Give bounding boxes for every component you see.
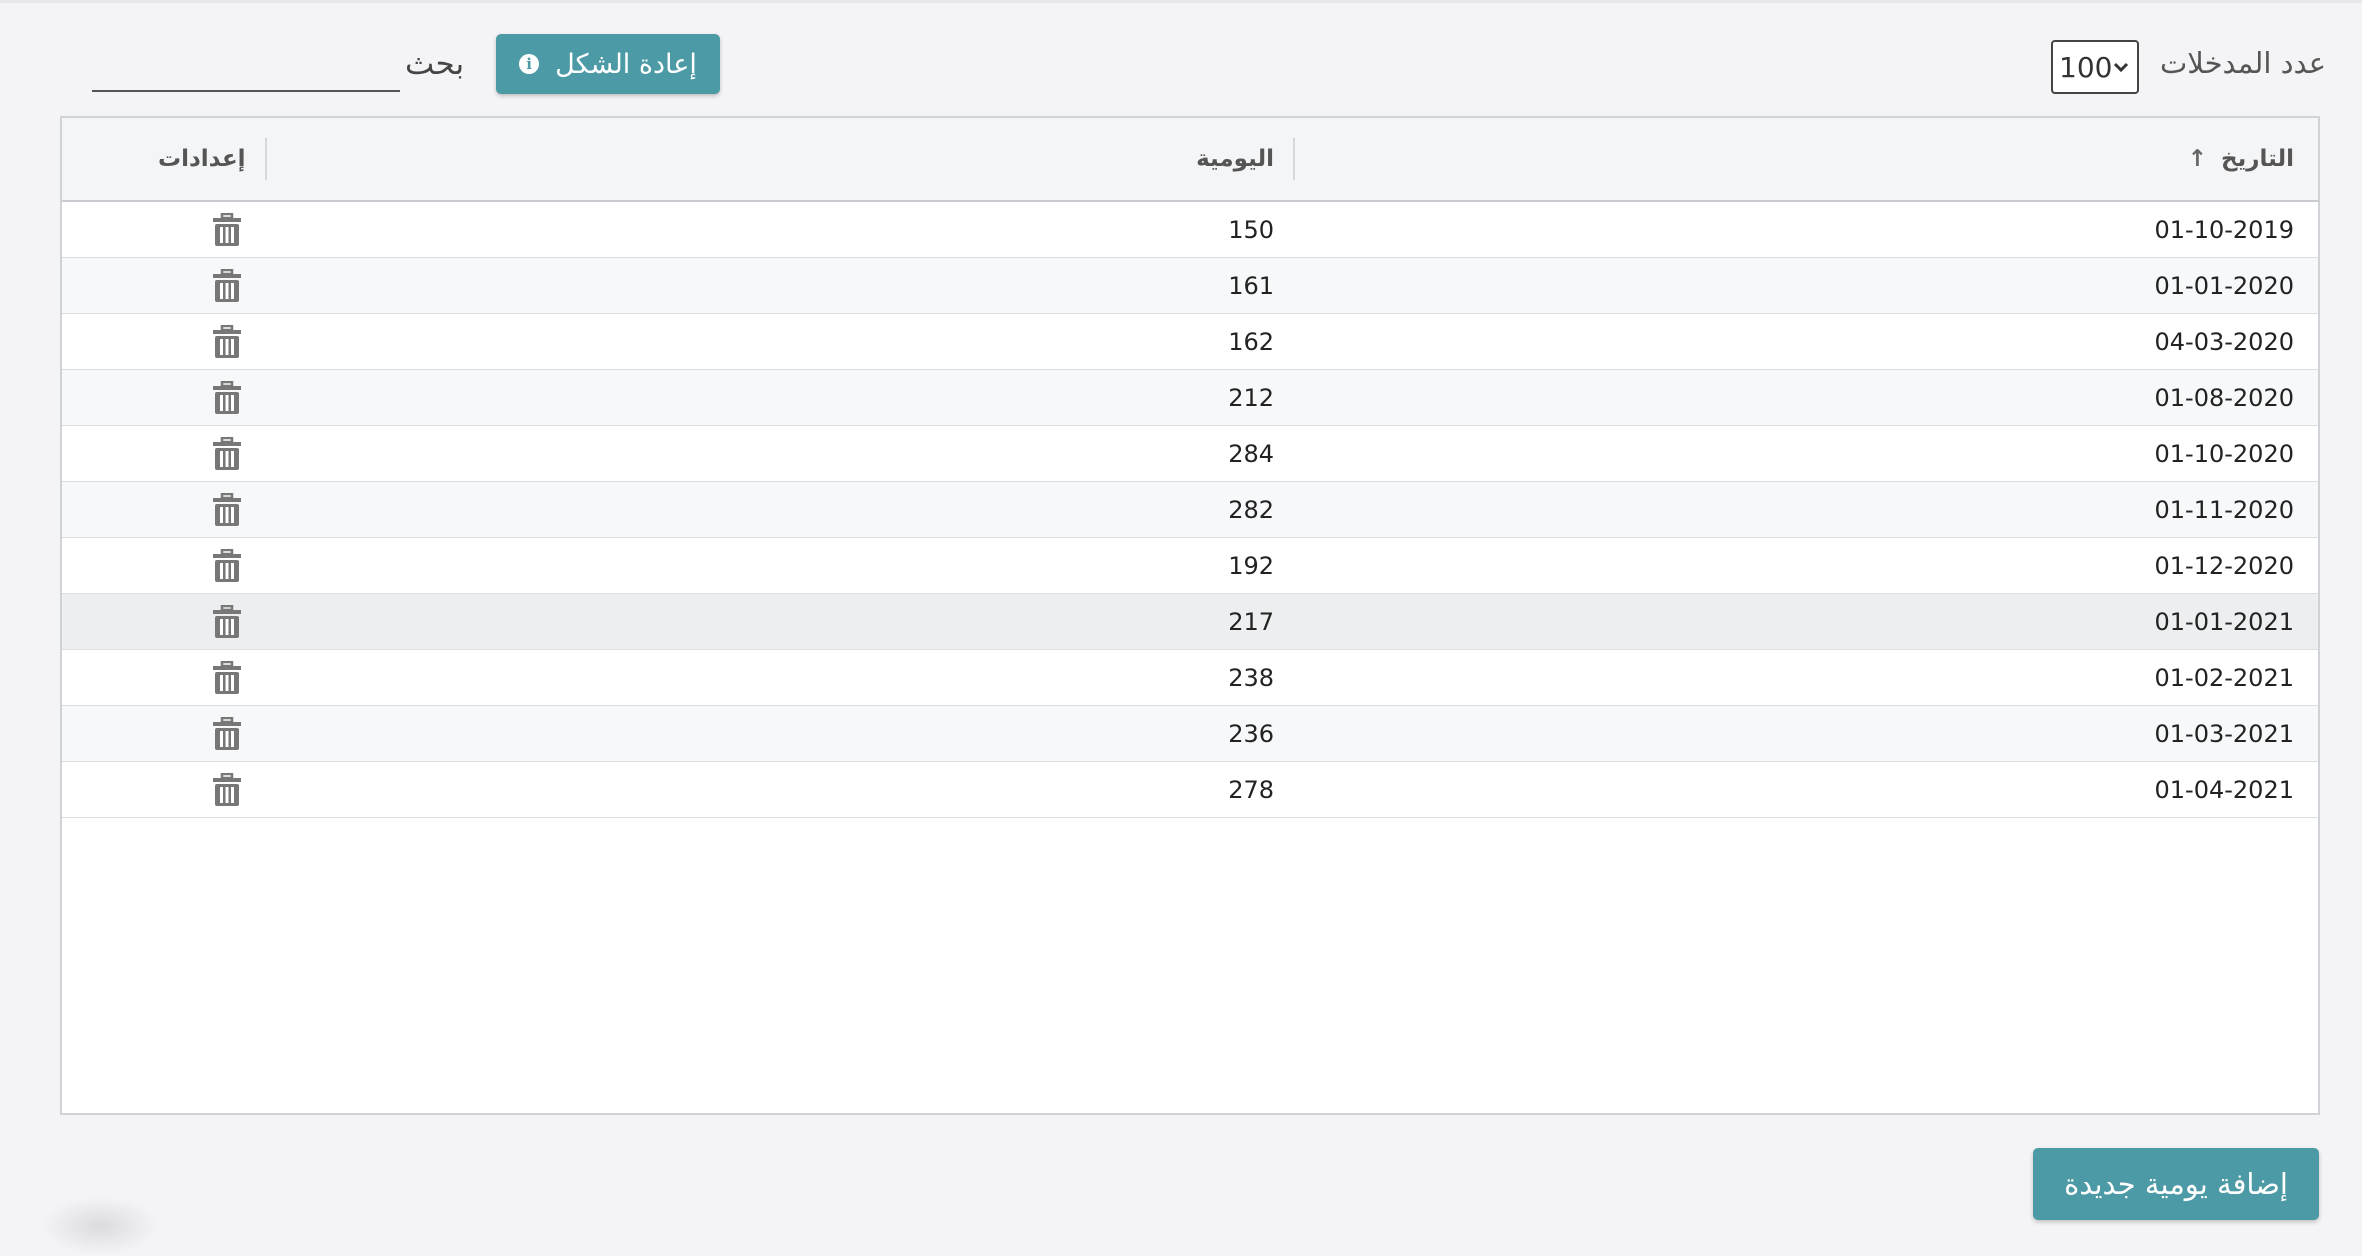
trash-icon[interactable] — [212, 762, 242, 818]
cell-date: 04-03-2020 — [2154, 328, 2294, 356]
table-row[interactable]: 01-04-2021 278 — [62, 762, 2318, 818]
table-body: 01-10-2019 150 01-01-2020 161 04-03-2020 162 0… — [62, 202, 2318, 818]
table-row[interactable]: 01-01-2020 161 — [62, 258, 2318, 314]
reset-layout-button[interactable]: إعادة الشكل i — [496, 34, 720, 94]
table-header: التاريخ ↑ اليومية إعدادات — [62, 118, 2318, 202]
cell-daily: 238 — [1228, 664, 1274, 692]
cell-date: 01-01-2020 — [2154, 272, 2294, 300]
table-row[interactable]: 01-02-2021 238 — [62, 650, 2318, 706]
cell-date: 01-12-2020 — [2154, 552, 2294, 580]
column-divider[interactable] — [1293, 138, 1295, 180]
cell-date: 01-01-2021 — [2154, 608, 2294, 636]
cell-daily: 161 — [1228, 272, 1274, 300]
cell-daily: 278 — [1228, 776, 1274, 804]
cell-daily: 236 — [1228, 720, 1274, 748]
table-row[interactable]: 04-03-2020 162 — [62, 314, 2318, 370]
cell-daily: 212 — [1228, 384, 1274, 412]
info-icon: i — [519, 54, 540, 74]
column-header-daily[interactable]: اليومية — [1196, 118, 1274, 200]
trash-icon[interactable] — [212, 594, 242, 650]
cell-date: 01-10-2019 — [2154, 216, 2294, 244]
cell-date: 01-10-2020 — [2154, 440, 2294, 468]
cell-date: 01-04-2021 — [2154, 776, 2294, 804]
top-border — [0, 0, 2362, 3]
column-header-settings: إعدادات — [158, 118, 246, 200]
column-header-date[interactable]: التاريخ ↑ — [2188, 118, 2294, 200]
trash-icon[interactable] — [212, 538, 242, 594]
sort-ascending-icon: ↑ — [2187, 146, 2207, 172]
reset-label: إعادة الشكل — [555, 48, 697, 80]
cell-daily: 192 — [1228, 552, 1274, 580]
table-row[interactable]: 01-10-2019 150 — [62, 202, 2318, 258]
add-new-daily-label: إضافة يومية جديدة — [2064, 1167, 2288, 1201]
trash-icon[interactable] — [212, 482, 242, 538]
trash-icon[interactable] — [212, 426, 242, 482]
search-label: بحث — [405, 46, 465, 82]
trash-icon[interactable] — [212, 258, 242, 314]
entries-per-page-select[interactable]: 100 — [2051, 40, 2139, 94]
add-new-daily-button[interactable]: إضافة يومية جديدة — [2033, 1148, 2319, 1220]
trash-icon[interactable] — [212, 706, 242, 762]
trash-icon[interactable] — [212, 202, 242, 258]
column-header-date-label: التاريخ — [2221, 146, 2294, 172]
cell-daily: 282 — [1228, 496, 1274, 524]
cell-date: 01-02-2021 — [2154, 664, 2294, 692]
trash-icon[interactable] — [212, 650, 242, 706]
trash-icon[interactable] — [212, 370, 242, 426]
trash-icon[interactable] — [212, 314, 242, 370]
column-header-settings-label: إعدادات — [158, 146, 246, 172]
floating-element-shadow — [40, 1196, 160, 1256]
cell-daily: 284 — [1228, 440, 1274, 468]
table-row[interactable]: 01-01-2021 217 — [62, 594, 2318, 650]
cell-date: 01-11-2020 — [2154, 496, 2294, 524]
cell-daily: 217 — [1228, 608, 1274, 636]
entries-label: عدد المدخلات — [2160, 46, 2327, 80]
search-input[interactable] — [92, 50, 400, 92]
table-row[interactable]: 01-12-2020 192 — [62, 538, 2318, 594]
cell-daily: 150 — [1228, 216, 1274, 244]
entries-select-value: 100 — [2059, 50, 2113, 84]
table-row[interactable]: 01-10-2020 284 — [62, 426, 2318, 482]
chevron-down-icon — [2113, 61, 2129, 73]
cell-daily: 162 — [1228, 328, 1274, 356]
table-row[interactable]: 01-03-2021 236 — [62, 706, 2318, 762]
cell-date: 01-03-2021 — [2154, 720, 2294, 748]
cell-date: 01-08-2020 — [2154, 384, 2294, 412]
column-divider[interactable] — [265, 138, 267, 180]
column-header-daily-label: اليومية — [1196, 146, 1274, 172]
journal-table: التاريخ ↑ اليومية إعدادات 01-10-2019 150 0… — [60, 116, 2320, 1115]
table-row[interactable]: 01-08-2020 212 — [62, 370, 2318, 426]
table-row[interactable]: 01-11-2020 282 — [62, 482, 2318, 538]
